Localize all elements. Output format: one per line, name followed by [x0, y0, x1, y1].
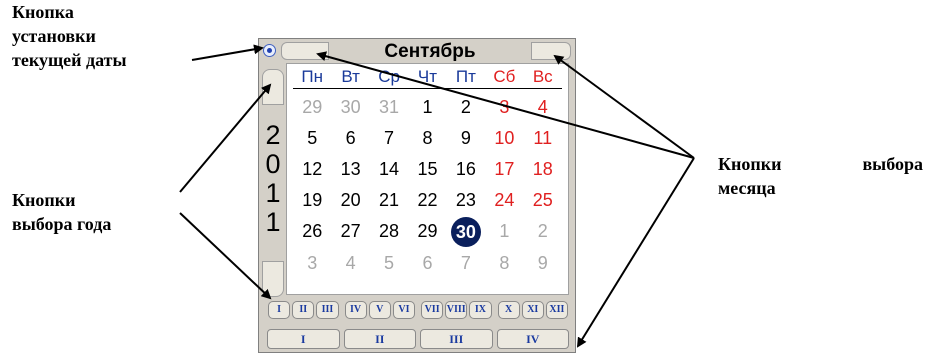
- arrow-year-down: [179, 212, 272, 300]
- arrow-year-up: [179, 83, 272, 193]
- arrow-month-prev: [316, 51, 695, 159]
- arrow-today: [191, 44, 264, 61]
- arrow-month-bar: [576, 157, 695, 348]
- arrow-month-next: [553, 54, 695, 159]
- annotation-arrows: [179, 44, 695, 348]
